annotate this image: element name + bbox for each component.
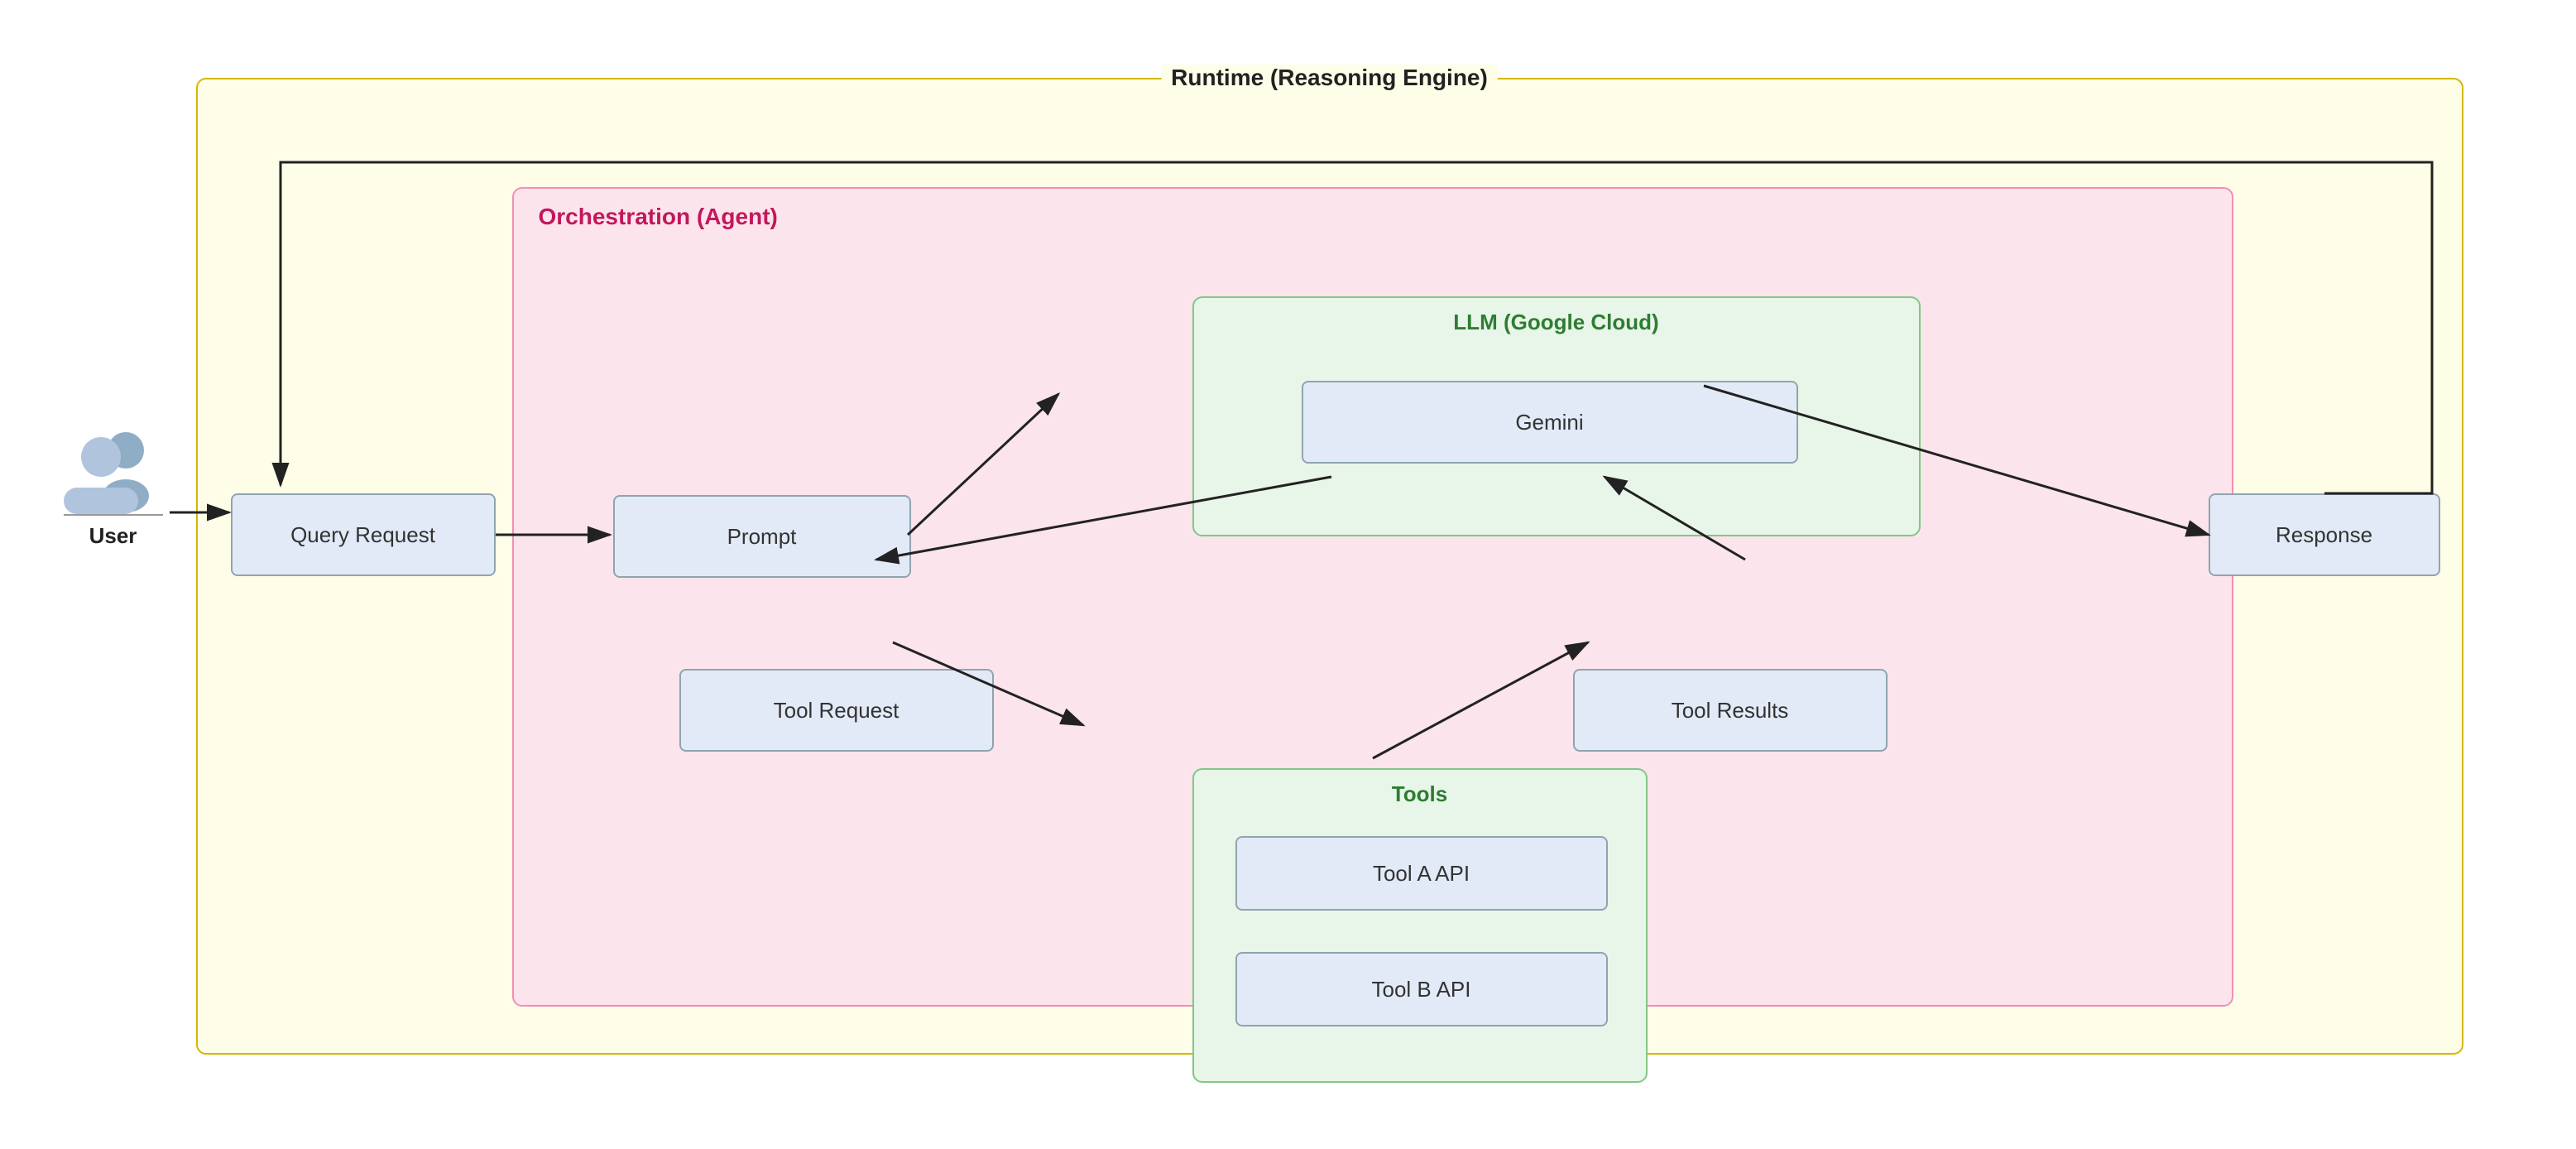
prompt-node: Prompt [613, 495, 911, 578]
tool-a-node: Tool A API [1235, 836, 1608, 911]
diagram-wrapper: Runtime (Reasoning Engine) Orchestration… [47, 45, 2530, 1104]
orchestration-label: Orchestration (Agent) [539, 204, 778, 230]
runtime-label: Runtime (Reasoning Engine) [1161, 65, 1498, 91]
user-section: User [55, 425, 171, 549]
llm-box: LLM (Google Cloud) Gemini [1192, 296, 1921, 536]
orchestration-box: Orchestration (Agent) LLM (Google Cloud)… [512, 187, 2233, 1007]
tool-b-node: Tool B API [1235, 952, 1608, 1026]
response-node: Response [2209, 493, 2440, 576]
tools-label: Tools [1392, 781, 1447, 807]
tool-results-node: Tool Results [1573, 669, 1888, 752]
gemini-node: Gemini [1302, 381, 1798, 464]
user-icon [64, 425, 163, 517]
tools-box: Tools Tool A API Tool B API [1192, 768, 1648, 1083]
runtime-box: Runtime (Reasoning Engine) Orchestration… [196, 78, 2463, 1055]
tool-request-node: Tool Request [679, 669, 994, 752]
llm-label: LLM (Google Cloud) [1453, 310, 1658, 335]
user-label: User [89, 523, 137, 549]
query-request-node: Query Request [231, 493, 496, 576]
